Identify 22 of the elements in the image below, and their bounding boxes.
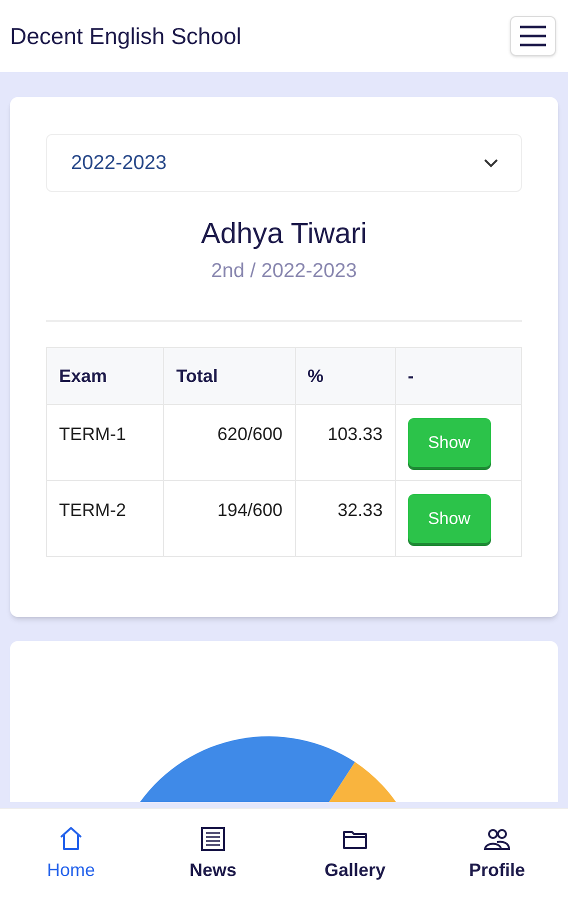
column-header: % (295, 348, 396, 405)
column-header: Total (164, 348, 295, 405)
newspaper-icon (199, 825, 227, 853)
column-header: - (395, 348, 522, 405)
student-name: Adhya Tiwari (200, 217, 367, 252)
menu-button[interactable] (510, 16, 556, 56)
session-select[interactable]: 2022-2023 (46, 134, 522, 192)
nav-tab[interactable]: Home (0, 809, 142, 900)
table-cell: TERM-1 (46, 404, 164, 481)
app-title: Decent English School (10, 22, 242, 51)
table-cell: 194/600 (164, 480, 295, 557)
nav-tab[interactable]: News (142, 809, 284, 900)
nav-tab[interactable]: Gallery (284, 809, 426, 900)
table-cell: 620/600 (164, 404, 295, 481)
nav-tab[interactable]: Profile (426, 809, 568, 900)
table-cell: 32.33 (295, 480, 396, 557)
menu-icon (519, 25, 547, 47)
chevron-down-icon (483, 158, 499, 168)
student-class: 2nd / 2022-2023 (211, 259, 357, 284)
table-cell: TERM-2 (46, 480, 164, 557)
column-header: Exam (46, 348, 164, 405)
table-cell: 103.33 (295, 404, 396, 481)
